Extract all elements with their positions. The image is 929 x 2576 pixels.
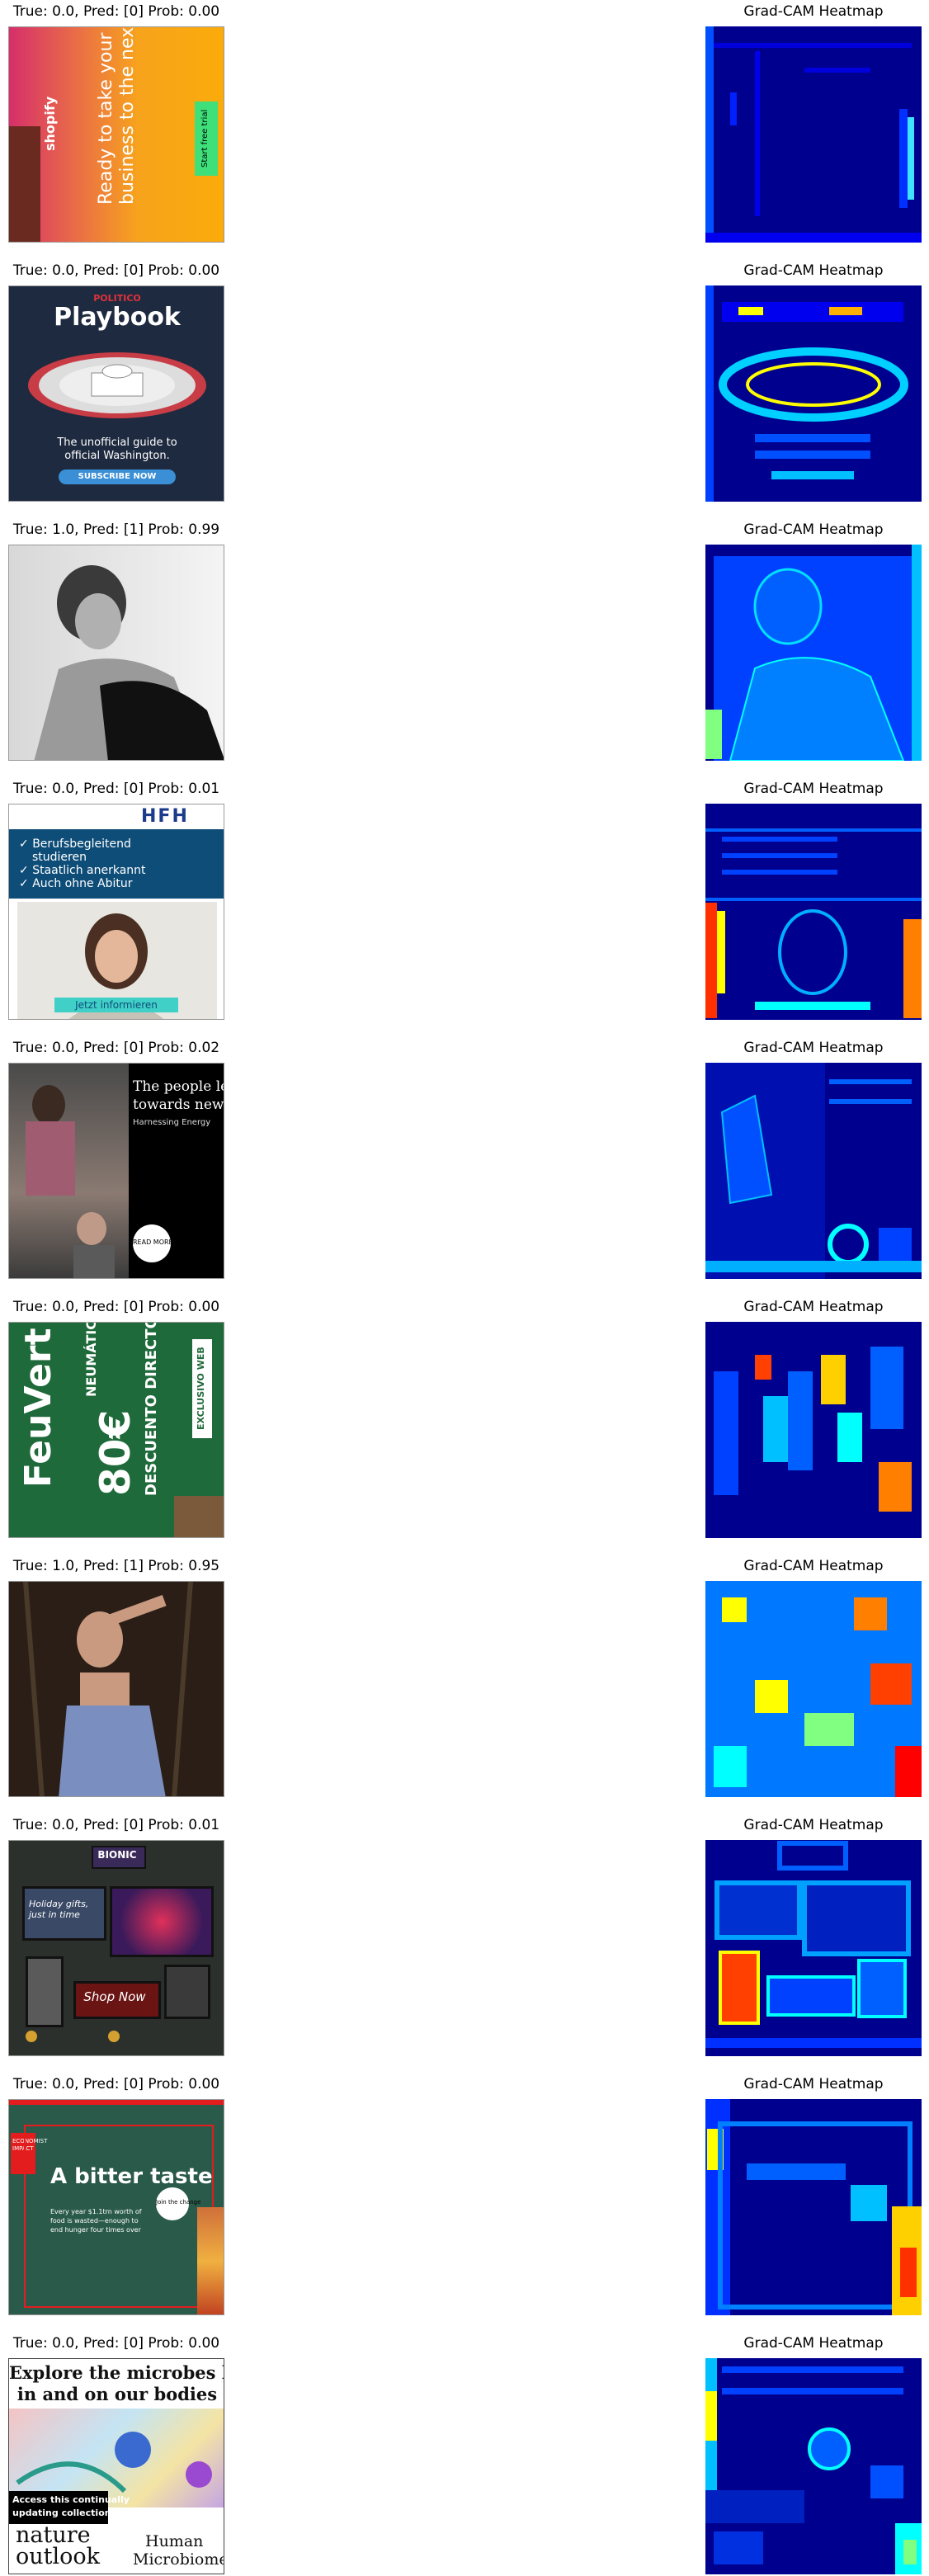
row2-heatmap-title: Grad-CAM Heatmap [743, 262, 884, 279]
row10-topic-2: Microbiome [133, 2550, 224, 2569]
row6-heatmap [705, 1322, 922, 1538]
row4-bullets: ✓ Berufsbegleitend studieren ✓ Staatlich… [19, 837, 146, 890]
row1-cta: Start free trial [200, 109, 210, 167]
row8-brand: BIONIC [97, 1849, 137, 1861]
row1-headline-2: business to the next level? [117, 26, 138, 205]
row3-heatmap-title: Grad-CAM Heatmap [743, 521, 884, 538]
row7-heatmap [705, 1581, 922, 1797]
row5-sub: Harnessing Energy [133, 1118, 211, 1127]
row10-brand-2: outlook [16, 2544, 101, 2569]
row4-bullet-1: Berufsbegleitend [32, 837, 131, 851]
row1-caption: True: 0.0, Pred: [0] Prob: 0.00 [12, 3, 220, 20]
row2-caption: True: 0.0, Pred: [0] Prob: 0.00 [12, 262, 220, 279]
row9-cta: Join the change [156, 2199, 201, 2206]
row1-heatmap [705, 26, 922, 243]
row1-ad-image: shopify Ready to take your business to t… [8, 26, 224, 243]
check-icon: ✓ [19, 864, 33, 877]
row10-heatmap [705, 2358, 922, 2574]
row8-caption: True: 0.0, Pred: [0] Prob: 0.01 [12, 1817, 220, 1833]
row9-headline: A bitter taste [50, 2164, 213, 2189]
row4-bullet-3: Auch ohne Abitur [32, 877, 133, 890]
row10-topic-1: Human [145, 2532, 204, 2550]
row10-caption: True: 0.0, Pred: [0] Prob: 0.00 [12, 2335, 220, 2352]
row10-headline-2: in and on our bodies [17, 2384, 218, 2404]
row1-headline-1: Ready to take your [96, 32, 116, 205]
row6-ad-image: FeuVert NEUMÁTICOS 80€ DESCUENTO DIRECTO… [8, 1322, 224, 1538]
row5-headline-1: The people leading the surge [133, 1078, 224, 1095]
row6-caption: True: 0.0, Pred: [0] Prob: 0.00 [12, 1299, 220, 1315]
row8-ad-image: BIONIC Holiday gifts, just in time Shop … [8, 1840, 224, 2056]
row2-ad-image: POLITICO Playbook The unofficial guide t… [8, 285, 224, 502]
row9-ad-image: ECONOMIST IMPACT A bitter taste Every ye… [8, 2099, 224, 2315]
row5-cta: READ MORE [133, 1238, 173, 1246]
row2-title: Playbook [54, 303, 181, 332]
row8-heatmap-title: Grad-CAM Heatmap [743, 1817, 884, 1833]
row4-cta: Jetzt informieren [75, 999, 158, 1011]
check-icon: ✓ [19, 837, 33, 851]
row10-access-2: updating collection » [12, 2508, 120, 2518]
check-icon: ✓ [19, 877, 33, 890]
row7-heatmap-title: Grad-CAM Heatmap [743, 1558, 884, 1574]
row8-gifts: Holiday gifts, just in time [29, 1899, 89, 1920]
row2-cta: SUBSCRIBE NOW [78, 472, 157, 481]
row1-headline: Ready to take your business to the next … [96, 26, 139, 205]
row10-ad-image: Explore the microbes living in and on ou… [8, 2358, 224, 2574]
row9-sub: Every year $1.1trn worth of food is wast… [50, 2208, 142, 2234]
row10-heatmap-title: Grad-CAM Heatmap [743, 2335, 884, 2352]
row1-heatmap-title: Grad-CAM Heatmap [743, 3, 884, 20]
row6-promo: NEUMÁTICOS [83, 1322, 99, 1397]
row10-access-1: Access this continually [12, 2494, 130, 2505]
row8-heatmap [705, 1840, 922, 2056]
row5-ad-image: The people leading the surge towards new… [8, 1063, 224, 1279]
row3-portrait-image [8, 545, 224, 761]
row3-caption: True: 1.0, Pred: [1] Prob: 0.99 [12, 521, 220, 538]
row4-bullet-1b: studieren [32, 851, 87, 864]
row3-heatmap [705, 545, 922, 761]
row4-logo: HFH [141, 806, 189, 827]
row6-brand: FeuVert [17, 1328, 59, 1488]
row4-heatmap-title: Grad-CAM Heatmap [743, 781, 884, 797]
row1-brand: shopify [42, 96, 58, 151]
row7-portrait-image [8, 1581, 224, 1797]
row9-heatmap [705, 2099, 922, 2315]
row2-heatmap [705, 285, 922, 502]
row7-caption: True: 1.0, Pred: [1] Prob: 0.95 [12, 1558, 220, 1574]
row2-line2: official Washington. [64, 450, 170, 462]
row10-headline-1: Explore the microbes living [9, 2362, 224, 2383]
row5-heatmap [705, 1063, 922, 1279]
row4-caption: True: 0.0, Pred: [0] Prob: 0.01 [12, 781, 220, 797]
row9-caption: True: 0.0, Pred: [0] Prob: 0.00 [12, 2076, 220, 2092]
row6-label: DESCUENTO DIRECTO [143, 1322, 160, 1496]
row4-ad-image: HFH ✓ Berufsbegleitend studieren ✓ Staat… [8, 804, 224, 1020]
row4-bullet-2: Staatlich anerkannt [32, 864, 146, 877]
row6-heatmap-title: Grad-CAM Heatmap [743, 1299, 884, 1315]
row5-heatmap-title: Grad-CAM Heatmap [743, 1040, 884, 1056]
row8-cta: Shop Now [83, 1989, 146, 2004]
row2-line1: The unofficial guide to [57, 436, 177, 449]
row6-tag: EXCLUSIVO WEB [196, 1347, 206, 1430]
row4-heatmap [705, 804, 922, 1020]
row6-price: 80€ [92, 1409, 139, 1496]
row5-headline-2: towards new energy [133, 1097, 224, 1113]
row5-caption: True: 0.0, Pred: [0] Prob: 0.02 [12, 1040, 220, 1056]
row9-heatmap-title: Grad-CAM Heatmap [743, 2076, 884, 2092]
